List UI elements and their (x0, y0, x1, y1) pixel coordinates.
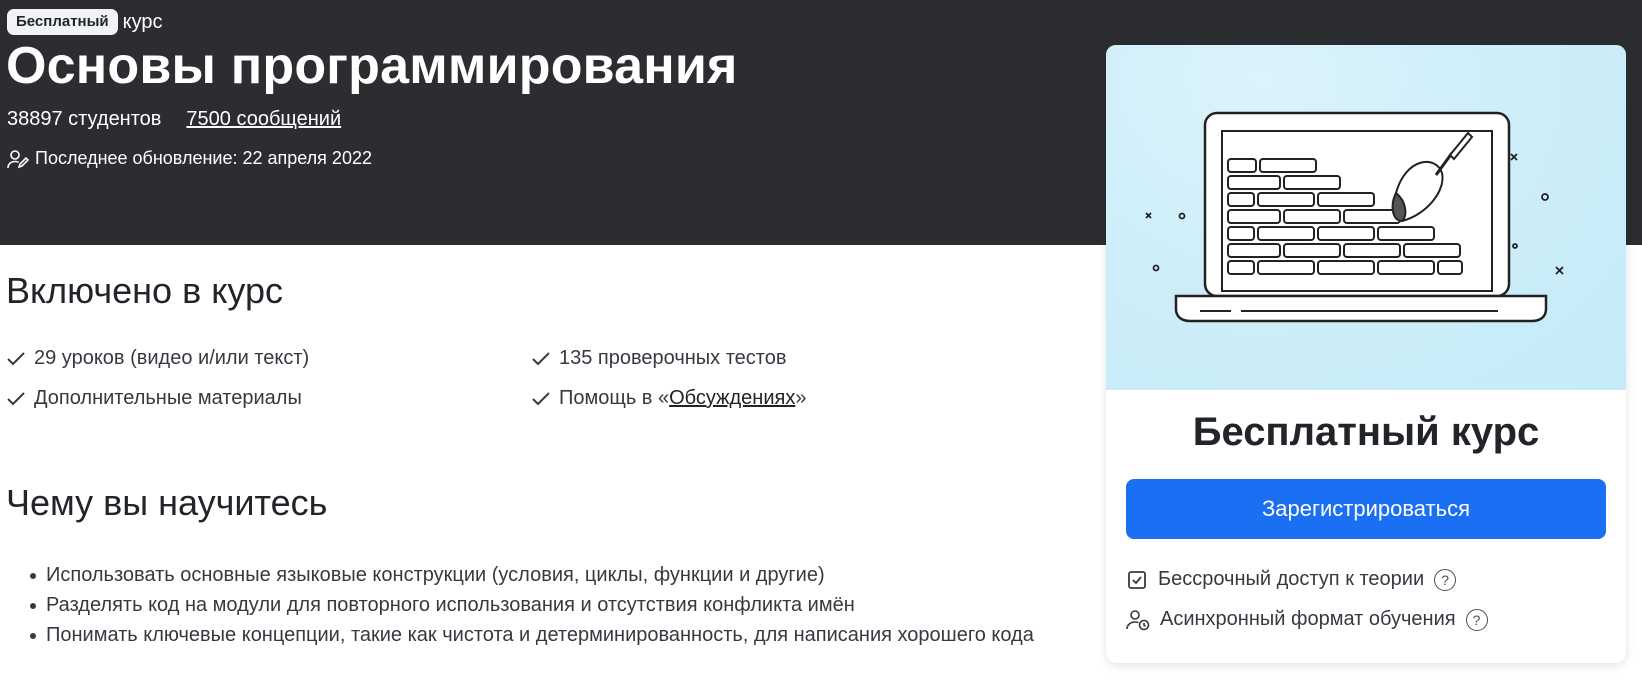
learn-heading: Чему вы научитесь (6, 482, 328, 523)
help-icon[interactable]: ? (1434, 568, 1457, 591)
included-list: 29 уроков (видео и/или текст) 135 провер… (7, 347, 1057, 437)
enroll-card: Бесплатный курс Зарегистрироваться Бесср… (1106, 45, 1626, 663)
laptop-illustration-icon (1145, 111, 1564, 323)
included-heading: Включено в курс (6, 270, 283, 311)
price-label: Бесплатный курс (1192, 410, 1540, 454)
discussions-link[interactable]: Обсуждениях (669, 387, 795, 409)
course-stats: 38897 студентов 7500 сообщений (7, 108, 341, 131)
help-suffix: » (795, 387, 807, 409)
feature-label: Асинхронный формат обучения (1160, 608, 1456, 630)
help-prefix: Помощь в « (559, 387, 670, 409)
included-item-label: Дополнительные материалы (34, 387, 302, 409)
learn-list: Использовать основные языковые конструкц… (28, 560, 1034, 650)
check-icon (7, 391, 25, 406)
checkbox-icon (1126, 569, 1148, 591)
course-type-label: курс (122, 10, 163, 33)
last-update: Последнее обновление: 22 апреля 2022 (7, 148, 372, 169)
included-item: 29 уроков (видео и/или текст) (7, 347, 309, 370)
list-item: Разделять код на модули для повторного и… (28, 590, 1034, 620)
messages-link[interactable]: 7500 сообщений (186, 108, 341, 131)
user-clock-icon (1126, 609, 1150, 631)
check-icon (532, 391, 550, 406)
included-item-label: 135 проверочных тестов (559, 347, 787, 369)
check-icon (7, 351, 25, 366)
course-illustration (1106, 45, 1626, 390)
included-item-label: 29 уроков (видео и/или текст) (34, 347, 310, 369)
list-item: Использовать основные языковые конструкц… (28, 560, 1034, 590)
feature-label: Бессрочный доступ к теории (1158, 568, 1425, 590)
last-update-text: Последнее обновление: 22 апреля 2022 (35, 148, 372, 168)
help-item-label: Помощь в «Обсуждениях» (559, 387, 806, 410)
included-item: Помощь в «Обсуждениях» (532, 387, 806, 410)
register-button[interactable]: Зарегистрироваться (1126, 479, 1606, 539)
feature-item: Асинхронный формат обучения ? (1126, 608, 1488, 631)
course-type-row: Бесплатный курс (7, 9, 163, 35)
feature-item: Бессрочный доступ к теории ? (1126, 568, 1457, 591)
included-item: 135 проверочных тестов (532, 347, 786, 370)
free-badge: Бесплатный (7, 9, 118, 35)
check-icon (532, 351, 550, 366)
included-item: Дополнительные материалы (7, 387, 302, 410)
user-edit-icon (7, 149, 29, 169)
students-count: 38897 студентов (7, 108, 162, 130)
page-title: Основы программирования (6, 37, 738, 95)
help-icon[interactable]: ? (1465, 608, 1488, 631)
list-item: Понимать ключевые концепции, такие как ч… (28, 620, 1034, 650)
